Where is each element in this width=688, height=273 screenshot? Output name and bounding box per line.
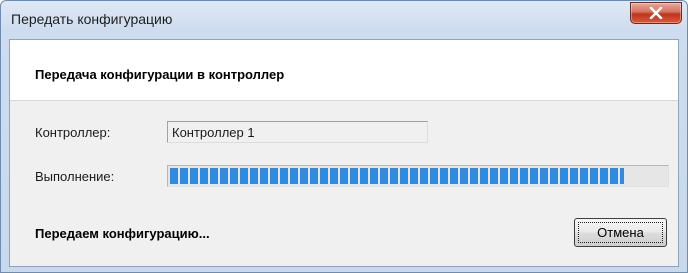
progress-segment xyxy=(550,168,558,184)
progress-segment xyxy=(610,168,618,184)
window-title: Передать конфигурацию xyxy=(11,11,173,27)
progress-segment xyxy=(450,168,458,184)
progress-segment xyxy=(600,168,608,184)
cancel-button[interactable]: Отмена xyxy=(574,218,667,247)
progress-segment xyxy=(510,168,518,184)
progress-segment xyxy=(500,168,508,184)
progress-segment xyxy=(290,168,298,184)
progress-segment xyxy=(330,168,338,184)
progress-segment xyxy=(490,168,498,184)
progress-segment xyxy=(220,168,228,184)
progress-bar-fill xyxy=(170,168,624,184)
progress-segment xyxy=(180,168,188,184)
progress-segment xyxy=(380,168,388,184)
progress-segment xyxy=(480,168,488,184)
progress-segment xyxy=(250,168,258,184)
progress-segment xyxy=(570,168,578,184)
progress-segment xyxy=(170,168,178,184)
progress-segment xyxy=(240,168,248,184)
dialog-client-area: Передача конфигурации в контроллер Контр… xyxy=(9,39,679,267)
progress-segment xyxy=(580,168,588,184)
progress-segment xyxy=(410,168,418,184)
progress-segment xyxy=(260,168,268,184)
progress-segment xyxy=(270,168,278,184)
controller-label: Контроллер: xyxy=(35,125,111,140)
status-text: Передаем конфигурацию... xyxy=(35,226,210,241)
progress-segment xyxy=(370,168,378,184)
progress-segment xyxy=(530,168,538,184)
progress-segment xyxy=(190,168,198,184)
progress-segment xyxy=(210,168,218,184)
progress-segment xyxy=(590,168,598,184)
progress-segment xyxy=(400,168,408,184)
progress-segment xyxy=(230,168,238,184)
progress-segment xyxy=(470,168,478,184)
progress-segment xyxy=(540,168,548,184)
progress-segment xyxy=(460,168,468,184)
header-panel: Передача конфигурации в контроллер xyxy=(10,40,678,101)
progress-segment xyxy=(560,168,568,184)
progress-segment xyxy=(200,168,208,184)
transfer-config-dialog: Передать конфигурацию Передача конфигура… xyxy=(0,0,688,273)
cancel-button-label: Отмена xyxy=(578,222,663,243)
close-icon xyxy=(649,7,663,19)
dialog-heading: Передача конфигурации в контроллер xyxy=(35,67,285,82)
progress-label: Выполнение: xyxy=(35,169,115,184)
progress-segment xyxy=(520,168,528,184)
progress-segment xyxy=(320,168,328,184)
progress-segment xyxy=(280,168,288,184)
progress-segment xyxy=(620,168,624,184)
close-button[interactable] xyxy=(630,2,682,24)
controller-field: Контроллер 1 xyxy=(167,121,428,143)
title-bar[interactable]: Передать конфигурацию xyxy=(1,1,687,39)
progress-segment xyxy=(420,168,428,184)
progress-bar xyxy=(167,165,669,187)
progress-segment xyxy=(310,168,318,184)
progress-segment xyxy=(430,168,438,184)
progress-segment xyxy=(340,168,348,184)
progress-segment xyxy=(300,168,308,184)
progress-segment xyxy=(440,168,448,184)
progress-segment xyxy=(390,168,398,184)
progress-segment xyxy=(360,168,368,184)
progress-segment xyxy=(350,168,358,184)
